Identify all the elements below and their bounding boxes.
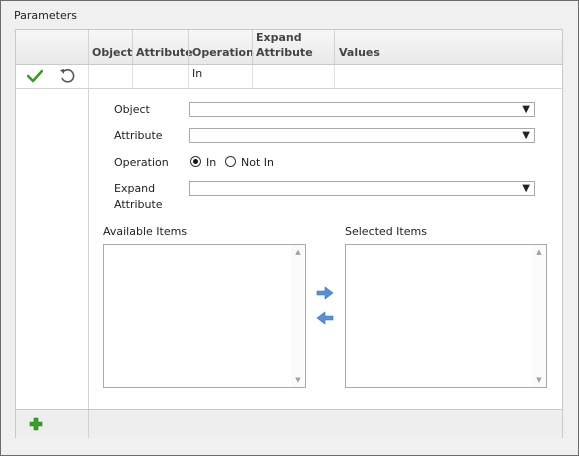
expand-attribute-label: Attribute [114,198,163,211]
expand-attribute-select[interactable]: ▼ [189,181,535,196]
scroll-up-icon[interactable]: ▲ [291,248,305,256]
attribute-label: Attribute [114,129,163,142]
arrow-left-icon[interactable] [316,311,334,325]
parameters-grid: Object Attribute Operation Expand Attrib… [15,29,563,438]
operation-in-radio[interactable] [190,156,201,167]
row-values-cell[interactable] [334,65,562,88]
selected-items-label: Selected Items [345,225,427,238]
row-object-cell[interactable] [88,65,132,88]
chevron-down-icon: ▼ [522,104,530,115]
row-gutter [16,89,89,409]
header-operation[interactable]: Operation [188,30,254,64]
scroll-up-icon[interactable]: ▲ [532,248,546,256]
available-items-label: Available Items [103,225,188,238]
header-attribute[interactable]: Attribute [132,30,193,64]
scroll-down-icon[interactable]: ▼ [291,376,305,384]
attribute-select[interactable]: ▼ [189,128,535,143]
grid-header: Object Attribute Operation Expand Attrib… [16,30,562,65]
row-expand-attribute-cell[interactable] [252,65,334,88]
operation-in-label[interactable]: In [206,156,216,169]
row-operation-cell[interactable]: In [188,65,252,88]
selected-items-list[interactable]: ▲ ▼ [345,244,547,388]
expand-label: Expand [114,182,156,195]
selected-items-scrollbar[interactable]: ▲ ▼ [532,245,546,387]
row-attribute-cell[interactable] [132,65,188,88]
operation-not-in-label[interactable]: Not In [241,156,274,169]
checkmark-icon[interactable] [27,69,43,83]
panel-title: Parameters [14,9,77,22]
header-object[interactable]: Object [88,30,132,64]
plus-icon[interactable] [29,417,43,431]
chevron-down-icon: ▼ [522,130,530,141]
scroll-down-icon[interactable]: ▼ [532,376,546,384]
operation-label: Operation [114,156,169,169]
grid-footer [16,409,562,438]
header-expand-attribute[interactable]: Expand Attribute [252,30,334,64]
footer-divider [88,410,89,438]
chevron-down-icon: ▼ [522,183,530,194]
undo-icon[interactable] [59,68,76,84]
parameters-panel: Parameters Object Attribute Operation Ex… [0,0,579,456]
row-actions [16,65,88,88]
object-select[interactable]: ▼ [189,102,535,117]
table-row[interactable]: In [16,65,562,89]
arrow-right-icon[interactable] [316,286,334,300]
header-values[interactable]: Values [334,30,562,64]
available-items-list[interactable]: ▲ ▼ [103,244,306,388]
operation-not-in-radio[interactable] [225,156,236,167]
available-items-scrollbar[interactable]: ▲ ▼ [291,245,305,387]
object-label: Object [114,103,150,116]
